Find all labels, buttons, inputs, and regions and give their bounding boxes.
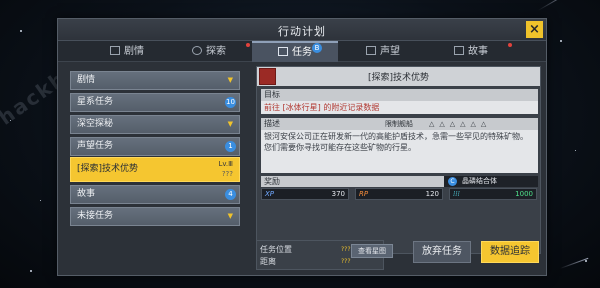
xp-key: XP bbox=[265, 190, 275, 198]
track-data-button[interactable]: 数据追踪 bbox=[481, 241, 539, 263]
list-item-unaccepted[interactable]: 未接任务 ▼ bbox=[70, 207, 240, 226]
star bbox=[575, 150, 576, 151]
close-button[interactable]: × bbox=[526, 21, 543, 38]
restriction-label: 限制舰船 bbox=[385, 120, 413, 128]
quest-detail-panel: [探索]技术优势 目标 前往 [冰体行星] 的附近记录数据 描述 限制舰船 △△… bbox=[256, 66, 541, 254]
distance-value: ??? bbox=[341, 258, 351, 265]
material-chip: C 晶磷结合体 bbox=[444, 176, 538, 187]
tab-explore[interactable]: 探索 bbox=[166, 41, 252, 62]
list-item-label: [探索]技术优势 bbox=[77, 164, 139, 174]
ship-class-icons: △△△△△△ bbox=[429, 120, 492, 128]
tab-label: 声望 bbox=[380, 46, 400, 57]
reward-xp: XP 370 bbox=[261, 188, 349, 200]
crystal-icon: C bbox=[448, 177, 457, 186]
list-item-label: 声望任务 bbox=[77, 141, 114, 151]
light-streak bbox=[537, 0, 573, 11]
reward-rp: RP 120 bbox=[355, 188, 443, 200]
window-title: 行动计划 bbox=[278, 25, 326, 38]
tab-badge: B bbox=[312, 43, 322, 53]
description-text: 银河安保公司正在研发新一代的高能护盾技术，急需一些罕见的特殊矿物。您们需要你寻找… bbox=[261, 130, 538, 173]
level-label: Lv.Ⅲ bbox=[218, 160, 233, 168]
chevron-down-icon: ▼ bbox=[227, 76, 233, 84]
reward-label: 奖励 bbox=[264, 177, 280, 186]
tab-reputation[interactable]: 声望 bbox=[340, 41, 426, 62]
tab-label: 剧情 bbox=[124, 46, 144, 57]
xp-value: 370 bbox=[331, 190, 345, 198]
count-badge: 1 bbox=[225, 141, 236, 152]
story-icon bbox=[454, 46, 464, 55]
chevron-down-icon: ▼ bbox=[227, 212, 233, 220]
tab-label: 故事 bbox=[468, 46, 488, 57]
star bbox=[30, 270, 32, 272]
list-item-label: 星系任务 bbox=[77, 97, 114, 107]
rp-key: RP bbox=[359, 190, 369, 198]
location-label: 任务位置 bbox=[260, 245, 292, 254]
objective-text: 前往 [冰体行星] 的附近记录数据 bbox=[261, 101, 538, 114]
list-item-stories[interactable]: 故事 4 bbox=[70, 185, 240, 204]
list-item-galaxy[interactable]: 星系任务 10 bbox=[70, 93, 240, 112]
reward-material: ⁞⁞⁞ 1000 bbox=[449, 188, 537, 200]
location-value: ??? bbox=[341, 246, 351, 253]
chevron-down-icon: ▼ bbox=[227, 120, 233, 128]
view-star-map-button[interactable]: 查看星图 bbox=[351, 244, 393, 258]
star bbox=[560, 40, 562, 42]
list-item-label: 深空探秘 bbox=[77, 119, 114, 129]
flag-icon bbox=[366, 46, 376, 55]
title-bar: 行动计划 × bbox=[58, 19, 546, 41]
notification-dot bbox=[508, 43, 512, 47]
tab-label: 任务 bbox=[292, 47, 312, 58]
list-item-story[interactable]: 剧情 ▼ bbox=[70, 71, 240, 90]
distance-label: 距离 bbox=[260, 257, 276, 266]
notification-dot bbox=[246, 43, 250, 47]
reward-header: 奖励 C 晶磷结合体 bbox=[261, 176, 538, 187]
book-icon bbox=[110, 46, 120, 55]
level-sub-label: ??? bbox=[221, 170, 233, 178]
tab-missions[interactable]: 任务 B bbox=[252, 41, 338, 62]
list-item-reputation[interactable]: 声望任务 1 bbox=[70, 137, 240, 156]
material-icon: ⁞⁞⁞ bbox=[453, 190, 460, 198]
list-item-deep-space[interactable]: 深空探秘 ▼ bbox=[70, 115, 240, 134]
quest-title: [探索]技术优势 bbox=[367, 73, 430, 83]
star bbox=[40, 200, 41, 201]
rp-value: 120 bbox=[425, 190, 439, 198]
compass-icon bbox=[192, 46, 202, 55]
material-value: 1000 bbox=[515, 190, 533, 198]
list-item-label: 剧情 bbox=[77, 75, 96, 85]
abandon-quest-button[interactable]: 放弃任务 bbox=[413, 241, 471, 263]
action-plan-window: 行动计划 × 剧情 探索 任务 B 声望 故事 剧情 ▼ 星系任务 10 深空探… bbox=[57, 18, 547, 276]
light-streak bbox=[559, 257, 589, 269]
star bbox=[20, 30, 22, 32]
quest-header: [探索]技术优势 bbox=[257, 67, 540, 86]
list-item-label: 未接任务 bbox=[77, 211, 114, 221]
description-label: 描述 bbox=[264, 119, 280, 128]
tab-label: 探索 bbox=[206, 46, 226, 57]
list-item-selected-quest[interactable]: [探索]技术优势 Lv.Ⅲ ??? bbox=[70, 157, 240, 182]
clipboard-icon bbox=[278, 47, 288, 56]
quest-category-list: 剧情 ▼ 星系任务 10 深空探秘 ▼ 声望任务 1 [探索]技术优势 Lv.Ⅲ… bbox=[70, 71, 240, 261]
count-badge: 10 bbox=[225, 97, 236, 108]
star bbox=[585, 260, 587, 262]
objective-label: 目标 bbox=[261, 89, 538, 101]
list-item-label: 故事 bbox=[77, 189, 96, 199]
material-name: 晶磷结合体 bbox=[462, 177, 497, 185]
description-header: 描述 限制舰船 △△△△△△ bbox=[261, 118, 538, 130]
tab-story[interactable]: 剧情 bbox=[84, 41, 170, 62]
count-badge: 4 bbox=[225, 189, 236, 200]
tab-bar: 剧情 探索 任务 B 声望 故事 bbox=[58, 41, 546, 62]
tab-stories[interactable]: 故事 bbox=[428, 41, 514, 62]
location-panel: 任务位置 距离 ??? ??? 查看星图 bbox=[256, 240, 393, 270]
